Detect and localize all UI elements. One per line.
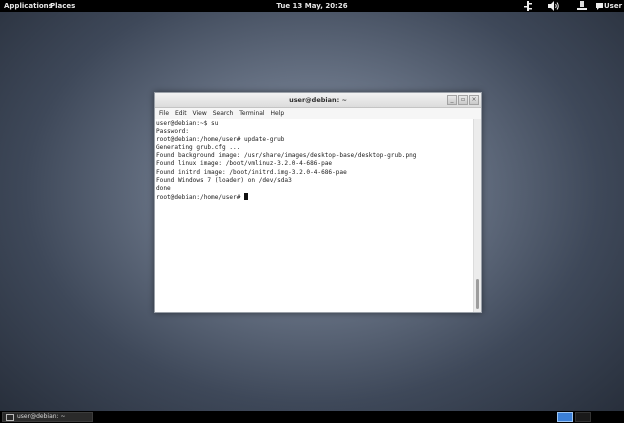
terminal-line: Password: [156, 128, 190, 136]
terminal-scrollbar[interactable] [473, 119, 481, 312]
window-controls: _ ▫ × [447, 95, 479, 105]
display-icon[interactable] [577, 1, 587, 11]
terminal-prompt: root@debian:/home/user# [156, 193, 245, 201]
terminal-line: Found background image: /usr/share/image… [156, 152, 417, 160]
terminal-icon [6, 414, 14, 421]
terminal-line: Found Windows 7 (loader) on /dev/sda3 [156, 176, 292, 184]
window-titlebar[interactable]: user@debian: ~ _ ▫ × [155, 93, 481, 108]
minimize-button[interactable]: _ [447, 95, 457, 105]
close-button[interactable]: × [469, 95, 479, 105]
chat-icon[interactable] [596, 1, 603, 11]
menu-help[interactable]: Help [271, 108, 285, 119]
top-panel: Applications Places Tue 13 May, 20:26 Us… [0, 0, 624, 12]
menu-terminal[interactable]: Terminal [239, 108, 264, 119]
window-title: user@debian: ~ [289, 96, 347, 104]
workspace-2-button[interactable] [575, 412, 591, 422]
menu-edit[interactable]: Edit [175, 108, 187, 119]
network-icon[interactable] [524, 1, 532, 11]
user-menu[interactable]: User [604, 0, 622, 12]
menu-search[interactable]: Search [213, 108, 234, 119]
menu-file[interactable]: File [159, 108, 169, 119]
terminal-line: done [156, 184, 171, 192]
text-cursor [244, 192, 249, 200]
taskbar-item-label: user@debian: ~ [17, 413, 66, 420]
taskbar-item-terminal[interactable]: user@debian: ~ [2, 412, 93, 422]
bottom-panel: user@debian: ~ [0, 411, 624, 423]
menu-view[interactable]: View [193, 108, 207, 119]
terminal-line: Found initrd image: /boot/initrd.img-3.2… [156, 168, 347, 176]
terminal-window[interactable]: user@debian: ~ _ ▫ × File Edit View Sear… [154, 92, 482, 313]
terminal-line: root@debian:/home/user# update-grub [156, 136, 285, 144]
terminal-line: user@debian:~$ su [156, 120, 219, 127]
workspace-1-button[interactable] [557, 412, 573, 422]
terminal-line: Generating grub.cfg ... [156, 144, 241, 152]
terminal-output[interactable]: user@debian:~$ su Password: root@debian:… [155, 119, 473, 312]
scrollbar-thumb[interactable] [476, 279, 479, 309]
maximize-button[interactable]: ▫ [458, 95, 468, 105]
menu-bar: File Edit View Search Terminal Help [155, 108, 481, 119]
terminal-line: Found linux image: /boot/vmlinuz-3.2.0-4… [156, 160, 333, 168]
volume-icon[interactable] [548, 1, 560, 11]
terminal-prompt-line: root@debian:/home/user# [155, 192, 473, 202]
